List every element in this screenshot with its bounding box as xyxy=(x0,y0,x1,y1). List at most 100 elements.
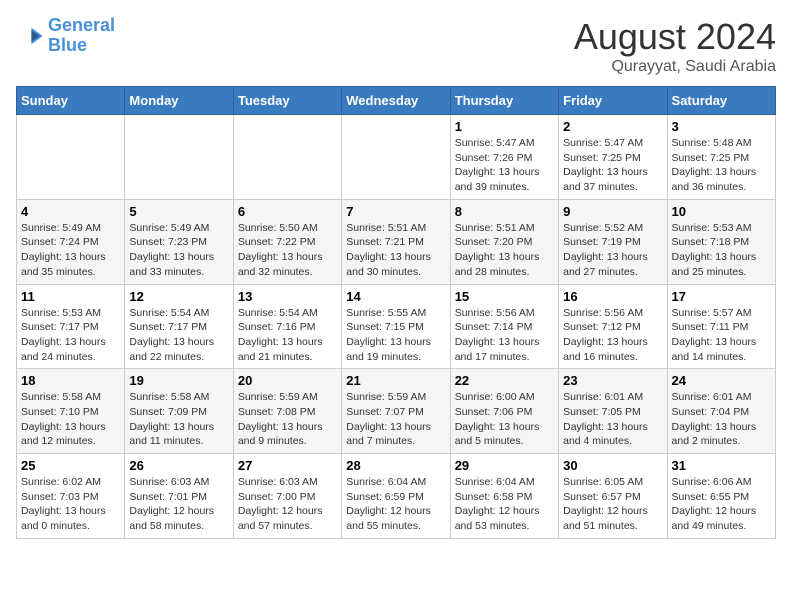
week-row-2: 4 Sunrise: 5:49 AMSunset: 7:24 PMDaylight… xyxy=(17,199,776,284)
day-number: 10 xyxy=(672,204,771,219)
calendar-cell: 6 Sunrise: 5:50 AMSunset: 7:22 PMDaylight… xyxy=(233,199,341,284)
day-number: 14 xyxy=(346,289,445,304)
weekday-header-wednesday: Wednesday xyxy=(342,87,450,115)
logo: General Blue xyxy=(16,16,115,56)
day-info: Sunrise: 5:51 AMSunset: 7:20 PMDaylight:… xyxy=(455,221,554,280)
title-block: August 2024 Qurayyat, Saudi Arabia xyxy=(574,16,776,76)
day-info: Sunrise: 5:47 AMSunset: 7:26 PMDaylight:… xyxy=(455,136,554,195)
day-number: 16 xyxy=(563,289,662,304)
day-info: Sunrise: 6:03 AMSunset: 7:00 PMDaylight:… xyxy=(238,475,337,534)
weekday-header-sunday: Sunday xyxy=(17,87,125,115)
calendar-cell: 2 Sunrise: 5:47 AMSunset: 7:25 PMDaylight… xyxy=(559,115,667,200)
day-info: Sunrise: 6:00 AMSunset: 7:06 PMDaylight:… xyxy=(455,390,554,449)
page-header: General Blue August 2024 Qurayyat, Saudi… xyxy=(16,16,776,76)
calendar-cell: 14Sunrise: 5:55 AMSunset: 7:15 PMDayligh… xyxy=(342,284,450,369)
calendar-cell: 11 Sunrise: 5:53 AMSunset: 7:17 PMDayligh… xyxy=(17,284,125,369)
day-number: 1 xyxy=(455,119,554,134)
weekday-header-friday: Friday xyxy=(559,87,667,115)
calendar-cell: 29 Sunrise: 6:04 AMSunset: 6:58 PMDayligh… xyxy=(450,454,558,539)
calendar-cell: 28 Sunrise: 6:04 AMSunset: 6:59 PMDayligh… xyxy=(342,454,450,539)
logo-icon xyxy=(16,22,44,50)
day-number: 6 xyxy=(238,204,337,219)
day-info: Sunrise: 5:54 AMSunset: 7:16 PMDaylight:… xyxy=(238,306,337,365)
calendar-cell: 15 Sunrise: 5:56 AMSunset: 7:14 PMDayligh… xyxy=(450,284,558,369)
calendar-cell: 17 Sunrise: 5:57 AMSunset: 7:11 PMDayligh… xyxy=(667,284,775,369)
day-number: 15 xyxy=(455,289,554,304)
calendar-cell: 24 Sunrise: 6:01 AMSunset: 7:04 PMDayligh… xyxy=(667,369,775,454)
calendar-cell: 16 Sunrise: 5:56 AMSunset: 7:12 PMDayligh… xyxy=(559,284,667,369)
day-number: 29 xyxy=(455,458,554,473)
calendar-cell: 27Sunrise: 6:03 AMSunset: 7:00 PMDayligh… xyxy=(233,454,341,539)
day-info: Sunrise: 5:53 AMSunset: 7:18 PMDaylight:… xyxy=(672,221,771,280)
day-info: Sunrise: 5:50 AMSunset: 7:22 PMDaylight:… xyxy=(238,221,337,280)
day-info: Sunrise: 5:51 AMSunset: 7:21 PMDaylight:… xyxy=(346,221,445,280)
calendar-cell: 1 Sunrise: 5:47 AMSunset: 7:26 PMDaylight… xyxy=(450,115,558,200)
weekday-header-thursday: Thursday xyxy=(450,87,558,115)
main-title: August 2024 xyxy=(574,16,776,58)
day-info: Sunrise: 5:59 AMSunset: 7:07 PMDaylight:… xyxy=(346,390,445,449)
day-info: Sunrise: 5:52 AMSunset: 7:19 PMDaylight:… xyxy=(563,221,662,280)
day-number: 17 xyxy=(672,289,771,304)
day-info: Sunrise: 6:01 AMSunset: 7:05 PMDaylight:… xyxy=(563,390,662,449)
day-number: 18 xyxy=(21,373,120,388)
day-info: Sunrise: 6:05 AMSunset: 6:57 PMDaylight:… xyxy=(563,475,662,534)
calendar-cell: 12Sunrise: 5:54 AMSunset: 7:17 PMDayligh… xyxy=(125,284,233,369)
day-number: 28 xyxy=(346,458,445,473)
calendar-cell: 30 Sunrise: 6:05 AMSunset: 6:57 PMDayligh… xyxy=(559,454,667,539)
day-info: Sunrise: 5:59 AMSunset: 7:08 PMDaylight:… xyxy=(238,390,337,449)
calendar-cell xyxy=(125,115,233,200)
day-info: Sunrise: 5:58 AMSunset: 7:10 PMDaylight:… xyxy=(21,390,120,449)
day-info: Sunrise: 6:02 AMSunset: 7:03 PMDaylight:… xyxy=(21,475,120,534)
day-number: 19 xyxy=(129,373,228,388)
day-number: 4 xyxy=(21,204,120,219)
day-info: Sunrise: 5:47 AMSunset: 7:25 PMDaylight:… xyxy=(563,136,662,195)
day-info: Sunrise: 6:04 AMSunset: 6:58 PMDaylight:… xyxy=(455,475,554,534)
calendar-cell: 7 Sunrise: 5:51 AMSunset: 7:21 PMDaylight… xyxy=(342,199,450,284)
day-number: 7 xyxy=(346,204,445,219)
day-info: Sunrise: 5:48 AMSunset: 7:25 PMDaylight:… xyxy=(672,136,771,195)
day-info: Sunrise: 5:56 AMSunset: 7:12 PMDaylight:… xyxy=(563,306,662,365)
day-number: 13 xyxy=(238,289,337,304)
day-number: 30 xyxy=(563,458,662,473)
day-number: 11 xyxy=(21,289,120,304)
day-number: 21 xyxy=(346,373,445,388)
calendar-cell: 21 Sunrise: 5:59 AMSunset: 7:07 PMDayligh… xyxy=(342,369,450,454)
day-info: Sunrise: 5:49 AMSunset: 7:24 PMDaylight:… xyxy=(21,221,120,280)
calendar-cell: 10 Sunrise: 5:53 AMSunset: 7:18 PMDayligh… xyxy=(667,199,775,284)
week-row-4: 18 Sunrise: 5:58 AMSunset: 7:10 PMDayligh… xyxy=(17,369,776,454)
day-number: 2 xyxy=(563,119,662,134)
day-info: Sunrise: 5:54 AMSunset: 7:17 PMDaylight:… xyxy=(129,306,228,365)
day-number: 26 xyxy=(129,458,228,473)
day-number: 8 xyxy=(455,204,554,219)
calendar-cell: 26 Sunrise: 6:03 AMSunset: 7:01 PMDayligh… xyxy=(125,454,233,539)
day-info: Sunrise: 6:03 AMSunset: 7:01 PMDaylight:… xyxy=(129,475,228,534)
calendar-cell: 3 Sunrise: 5:48 AMSunset: 7:25 PMDaylight… xyxy=(667,115,775,200)
week-row-3: 11 Sunrise: 5:53 AMSunset: 7:17 PMDayligh… xyxy=(17,284,776,369)
calendar-cell xyxy=(342,115,450,200)
day-number: 20 xyxy=(238,373,337,388)
day-info: Sunrise: 5:49 AMSunset: 7:23 PMDaylight:… xyxy=(129,221,228,280)
day-info: Sunrise: 5:53 AMSunset: 7:17 PMDaylight:… xyxy=(21,306,120,365)
calendar-cell: 22 Sunrise: 6:00 AMSunset: 7:06 PMDayligh… xyxy=(450,369,558,454)
day-number: 23 xyxy=(563,373,662,388)
day-info: Sunrise: 5:57 AMSunset: 7:11 PMDaylight:… xyxy=(672,306,771,365)
day-number: 24 xyxy=(672,373,771,388)
week-row-5: 25Sunrise: 6:02 AMSunset: 7:03 PMDayligh… xyxy=(17,454,776,539)
day-info: Sunrise: 5:56 AMSunset: 7:14 PMDaylight:… xyxy=(455,306,554,365)
day-info: Sunrise: 6:01 AMSunset: 7:04 PMDaylight:… xyxy=(672,390,771,449)
subtitle: Qurayyat, Saudi Arabia xyxy=(574,58,776,76)
calendar-cell: 18 Sunrise: 5:58 AMSunset: 7:10 PMDayligh… xyxy=(17,369,125,454)
day-number: 3 xyxy=(672,119,771,134)
day-info: Sunrise: 5:58 AMSunset: 7:09 PMDaylight:… xyxy=(129,390,228,449)
day-info: Sunrise: 6:04 AMSunset: 6:59 PMDaylight:… xyxy=(346,475,445,534)
weekday-header-saturday: Saturday xyxy=(667,87,775,115)
calendar-cell xyxy=(17,115,125,200)
weekday-header-row: SundayMondayTuesdayWednesdayThursdayFrid… xyxy=(17,87,776,115)
day-number: 22 xyxy=(455,373,554,388)
weekday-header-monday: Monday xyxy=(125,87,233,115)
day-number: 5 xyxy=(129,204,228,219)
calendar-cell: 20 Sunrise: 5:59 AMSunset: 7:08 PMDayligh… xyxy=(233,369,341,454)
calendar-cell: 9Sunrise: 5:52 AMSunset: 7:19 PMDaylight… xyxy=(559,199,667,284)
calendar-cell: 13 Sunrise: 5:54 AMSunset: 7:16 PMDayligh… xyxy=(233,284,341,369)
calendar-cell: 23 Sunrise: 6:01 AMSunset: 7:05 PMDayligh… xyxy=(559,369,667,454)
